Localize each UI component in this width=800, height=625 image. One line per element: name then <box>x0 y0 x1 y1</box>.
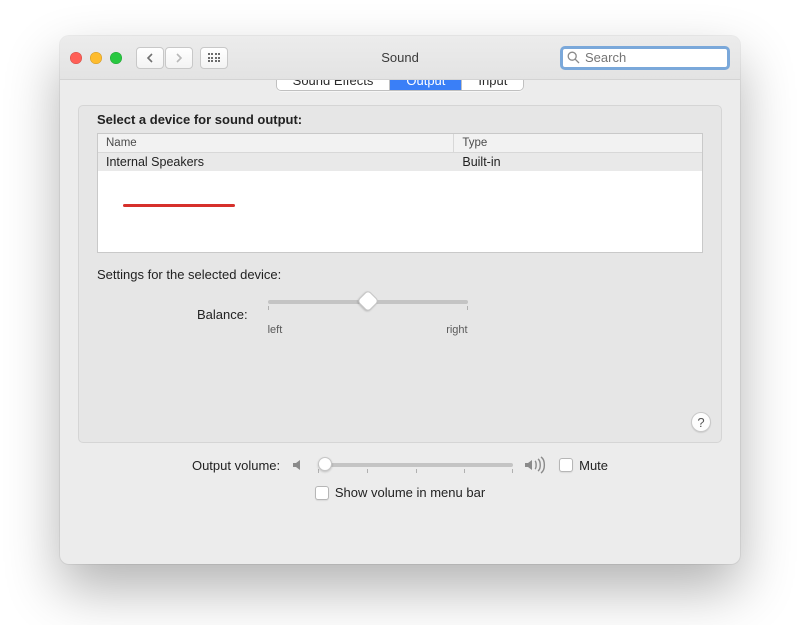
device-row[interactable]: Internal Speakers Built-in <box>98 153 702 171</box>
annotation-underline <box>123 204 235 207</box>
output-select-label: Select a device for sound output: <box>97 112 703 127</box>
chevron-left-icon <box>146 53 154 63</box>
show-volume-menubar-checkbox[interactable] <box>315 486 329 500</box>
titlebar: Sound <box>60 36 740 80</box>
balance-slider[interactable] <box>268 292 468 322</box>
back-button[interactable] <box>136 47 164 69</box>
speaker-high-icon <box>523 456 549 474</box>
volume-slider[interactable] <box>318 455 513 475</box>
search-field[interactable] <box>560 46 730 70</box>
slider-tick <box>268 306 269 310</box>
footer: Output volume: Mute <box>60 455 740 500</box>
close-window-button[interactable] <box>70 52 82 64</box>
sound-pref-window: Sound Sound Effects Output Input Select … <box>60 36 740 564</box>
forward-button[interactable] <box>165 47 193 69</box>
volume-track <box>318 463 513 467</box>
selected-device-settings-label: Settings for the selected device: <box>97 267 703 282</box>
output-volume-label: Output volume: <box>192 458 280 473</box>
speaker-low-icon <box>290 456 308 474</box>
mute-label: Mute <box>579 458 608 473</box>
col-type-header[interactable]: Type <box>454 134 702 152</box>
balance-knob[interactable] <box>356 290 379 313</box>
balance-right-label: right <box>446 324 467 336</box>
volume-knob[interactable] <box>318 457 332 471</box>
balance-label: Balance: <box>197 307 248 322</box>
search-input[interactable] <box>583 49 723 66</box>
grid-icon <box>208 53 221 62</box>
help-button[interactable]: ? <box>691 412 711 432</box>
device-table: Name Type Internal Speakers Built-in <box>97 133 703 253</box>
show-all-button[interactable] <box>200 47 228 69</box>
zoom-window-button[interactable] <box>110 52 122 64</box>
col-name-header[interactable]: Name <box>98 134 454 152</box>
device-header: Name Type <box>98 134 702 153</box>
output-pane: Select a device for sound output: Name T… <box>78 105 722 443</box>
traffic-lights <box>70 52 122 64</box>
slider-tick <box>467 306 468 310</box>
device-name: Internal Speakers <box>98 153 454 171</box>
mute-checkbox[interactable] <box>559 458 573 472</box>
search-icon <box>567 51 580 64</box>
device-type: Built-in <box>454 153 702 171</box>
show-volume-menubar-label: Show volume in menu bar <box>335 485 485 500</box>
balance-left-label: left <box>268 324 283 336</box>
balance-slider-labels: left right <box>268 324 468 336</box>
chevron-right-icon <box>175 53 183 63</box>
minimize-window-button[interactable] <box>90 52 102 64</box>
